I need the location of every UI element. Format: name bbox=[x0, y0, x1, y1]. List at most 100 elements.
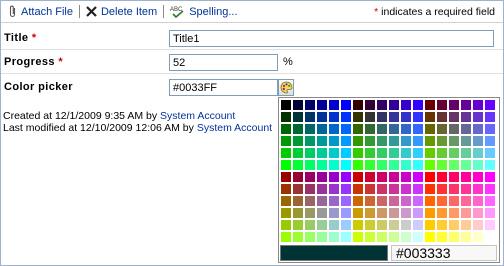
color-swatch[interactable] bbox=[328, 123, 340, 135]
color-swatch[interactable] bbox=[280, 219, 292, 231]
color-swatch[interactable] bbox=[328, 219, 340, 231]
color-swatch[interactable] bbox=[388, 111, 400, 123]
color-swatch[interactable] bbox=[292, 123, 304, 135]
color-swatch[interactable] bbox=[424, 147, 436, 159]
color-swatch[interactable] bbox=[376, 123, 388, 135]
color-swatch[interactable] bbox=[400, 99, 412, 111]
progress-input[interactable] bbox=[169, 54, 278, 71]
color-swatch[interactable] bbox=[400, 195, 412, 207]
color-swatch[interactable] bbox=[472, 147, 484, 159]
color-swatch[interactable] bbox=[304, 207, 316, 219]
color-swatch[interactable] bbox=[352, 183, 364, 195]
color-swatch[interactable] bbox=[436, 231, 448, 243]
color-swatch[interactable] bbox=[424, 231, 436, 243]
color-swatch[interactable] bbox=[424, 111, 436, 123]
color-swatch[interactable] bbox=[448, 99, 460, 111]
color-swatch[interactable] bbox=[484, 123, 496, 135]
color-swatch[interactable] bbox=[424, 171, 436, 183]
color-swatch[interactable] bbox=[292, 195, 304, 207]
color-swatch[interactable] bbox=[424, 219, 436, 231]
color-swatch[interactable] bbox=[340, 123, 352, 135]
color-swatch[interactable] bbox=[364, 111, 376, 123]
color-swatch[interactable] bbox=[388, 123, 400, 135]
color-swatch[interactable] bbox=[424, 207, 436, 219]
color-swatch[interactable] bbox=[340, 219, 352, 231]
color-swatch[interactable] bbox=[292, 219, 304, 231]
color-swatch[interactable] bbox=[364, 159, 376, 171]
color-swatch[interactable] bbox=[376, 219, 388, 231]
color-swatch[interactable] bbox=[292, 99, 304, 111]
color-swatch[interactable] bbox=[280, 159, 292, 171]
color-swatch[interactable] bbox=[280, 111, 292, 123]
color-swatch[interactable] bbox=[316, 111, 328, 123]
color-swatch[interactable] bbox=[340, 207, 352, 219]
color-swatch[interactable] bbox=[472, 171, 484, 183]
color-swatch[interactable] bbox=[412, 99, 424, 111]
color-swatch[interactable] bbox=[364, 123, 376, 135]
color-swatch[interactable] bbox=[388, 183, 400, 195]
color-swatch[interactable] bbox=[352, 231, 364, 243]
color-swatch[interactable] bbox=[316, 219, 328, 231]
color-swatch[interactable] bbox=[412, 147, 424, 159]
color-swatch[interactable] bbox=[340, 171, 352, 183]
color-swatch[interactable] bbox=[340, 159, 352, 171]
color-swatch[interactable] bbox=[484, 159, 496, 171]
color-swatch[interactable] bbox=[484, 147, 496, 159]
created-by-link[interactable]: System Account bbox=[160, 110, 235, 122]
color-swatch[interactable] bbox=[472, 207, 484, 219]
color-swatch[interactable] bbox=[472, 123, 484, 135]
color-swatch[interactable] bbox=[388, 171, 400, 183]
color-swatch[interactable] bbox=[328, 207, 340, 219]
color-swatch[interactable] bbox=[412, 135, 424, 147]
color-swatch[interactable] bbox=[364, 231, 376, 243]
color-swatch[interactable] bbox=[400, 183, 412, 195]
color-swatch[interactable] bbox=[436, 123, 448, 135]
color-swatch[interactable] bbox=[412, 219, 424, 231]
color-swatch[interactable] bbox=[364, 147, 376, 159]
color-swatch[interactable] bbox=[304, 147, 316, 159]
color-swatch[interactable] bbox=[340, 183, 352, 195]
color-swatch[interactable] bbox=[292, 171, 304, 183]
color-swatch[interactable] bbox=[484, 183, 496, 195]
color-swatch[interactable] bbox=[388, 99, 400, 111]
color-swatch[interactable] bbox=[340, 111, 352, 123]
color-swatch[interactable] bbox=[448, 147, 460, 159]
color-swatch[interactable] bbox=[424, 195, 436, 207]
color-swatch[interactable] bbox=[328, 111, 340, 123]
color-swatch[interactable] bbox=[292, 183, 304, 195]
color-swatch[interactable] bbox=[292, 159, 304, 171]
color-swatch[interactable] bbox=[412, 195, 424, 207]
color-swatch[interactable] bbox=[376, 195, 388, 207]
color-swatch[interactable] bbox=[484, 231, 496, 243]
color-swatch[interactable] bbox=[412, 231, 424, 243]
color-swatch[interactable] bbox=[352, 195, 364, 207]
color-swatch[interactable] bbox=[424, 135, 436, 147]
color-swatch[interactable] bbox=[364, 219, 376, 231]
color-swatch[interactable] bbox=[304, 135, 316, 147]
color-swatch[interactable] bbox=[292, 207, 304, 219]
color-swatch[interactable] bbox=[436, 135, 448, 147]
color-swatch[interactable] bbox=[304, 219, 316, 231]
color-swatch[interactable] bbox=[460, 195, 472, 207]
color-swatch[interactable] bbox=[316, 159, 328, 171]
color-input[interactable] bbox=[169, 79, 278, 96]
color-swatch[interactable] bbox=[376, 147, 388, 159]
color-swatch[interactable] bbox=[484, 99, 496, 111]
color-swatch[interactable] bbox=[388, 207, 400, 219]
color-swatch[interactable] bbox=[472, 183, 484, 195]
color-swatch[interactable] bbox=[460, 99, 472, 111]
color-swatch[interactable] bbox=[352, 123, 364, 135]
color-swatch[interactable] bbox=[460, 111, 472, 123]
color-swatch[interactable] bbox=[400, 147, 412, 159]
color-swatch[interactable] bbox=[412, 123, 424, 135]
attach-file-button[interactable]: Attach File bbox=[5, 2, 76, 22]
color-swatch[interactable] bbox=[436, 171, 448, 183]
color-swatch[interactable] bbox=[376, 207, 388, 219]
color-swatch[interactable] bbox=[376, 159, 388, 171]
color-swatch[interactable] bbox=[388, 195, 400, 207]
color-swatch[interactable] bbox=[376, 183, 388, 195]
delete-item-button[interactable]: Delete Item bbox=[83, 2, 160, 22]
color-swatch[interactable] bbox=[316, 99, 328, 111]
color-swatch[interactable] bbox=[304, 111, 316, 123]
color-swatch[interactable] bbox=[340, 147, 352, 159]
